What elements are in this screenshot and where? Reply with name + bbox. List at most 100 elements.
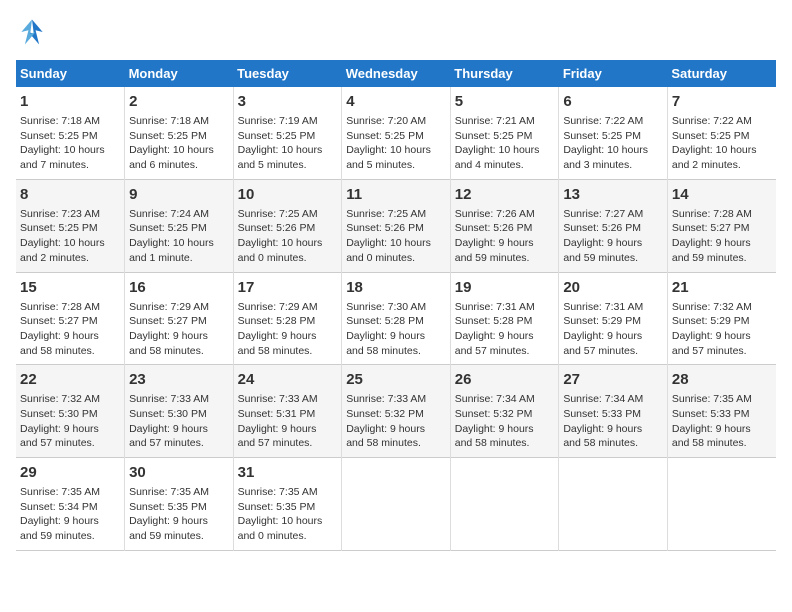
day-info: Sunrise: 7:25 AM Sunset: 5:26 PM Dayligh… <box>238 207 338 266</box>
day-number: 18 <box>346 277 446 298</box>
day-info: Sunrise: 7:34 AM Sunset: 5:33 PM Dayligh… <box>563 392 663 451</box>
calendar-cell <box>667 458 776 551</box>
calendar-table: SundayMondayTuesdayWednesdayThursdayFrid… <box>16 60 776 551</box>
calendar-cell: 28Sunrise: 7:35 AM Sunset: 5:33 PM Dayli… <box>667 365 776 458</box>
calendar-cell: 12Sunrise: 7:26 AM Sunset: 5:26 PM Dayli… <box>450 179 559 272</box>
day-info: Sunrise: 7:22 AM Sunset: 5:25 PM Dayligh… <box>672 114 772 173</box>
day-number: 1 <box>20 91 120 112</box>
day-info: Sunrise: 7:35 AM Sunset: 5:35 PM Dayligh… <box>129 485 229 544</box>
calendar-cell: 29Sunrise: 7:35 AM Sunset: 5:34 PM Dayli… <box>16 458 125 551</box>
calendar-cell: 2Sunrise: 7:18 AM Sunset: 5:25 PM Daylig… <box>125 87 234 179</box>
day-number: 4 <box>346 91 446 112</box>
day-number: 9 <box>129 184 229 205</box>
calendar-header-row: SundayMondayTuesdayWednesdayThursdayFrid… <box>16 60 776 87</box>
calendar-cell: 16Sunrise: 7:29 AM Sunset: 5:27 PM Dayli… <box>125 272 234 365</box>
calendar-cell: 6Sunrise: 7:22 AM Sunset: 5:25 PM Daylig… <box>559 87 668 179</box>
day-number: 27 <box>563 369 663 390</box>
day-number: 23 <box>129 369 229 390</box>
day-info: Sunrise: 7:20 AM Sunset: 5:25 PM Dayligh… <box>346 114 446 173</box>
day-info: Sunrise: 7:29 AM Sunset: 5:28 PM Dayligh… <box>238 300 338 359</box>
calendar-cell: 21Sunrise: 7:32 AM Sunset: 5:29 PM Dayli… <box>667 272 776 365</box>
calendar-body: 1Sunrise: 7:18 AM Sunset: 5:25 PM Daylig… <box>16 87 776 550</box>
column-header-sunday: Sunday <box>16 60 125 87</box>
day-number: 21 <box>672 277 772 298</box>
day-info: Sunrise: 7:24 AM Sunset: 5:25 PM Dayligh… <box>129 207 229 266</box>
day-number: 17 <box>238 277 338 298</box>
day-number: 31 <box>238 462 338 483</box>
day-number: 30 <box>129 462 229 483</box>
day-info: Sunrise: 7:33 AM Sunset: 5:31 PM Dayligh… <box>238 392 338 451</box>
calendar-cell: 20Sunrise: 7:31 AM Sunset: 5:29 PM Dayli… <box>559 272 668 365</box>
calendar-cell: 22Sunrise: 7:32 AM Sunset: 5:30 PM Dayli… <box>16 365 125 458</box>
column-header-tuesday: Tuesday <box>233 60 342 87</box>
calendar-cell: 10Sunrise: 7:25 AM Sunset: 5:26 PM Dayli… <box>233 179 342 272</box>
calendar-cell: 18Sunrise: 7:30 AM Sunset: 5:28 PM Dayli… <box>342 272 451 365</box>
day-info: Sunrise: 7:22 AM Sunset: 5:25 PM Dayligh… <box>563 114 663 173</box>
day-number: 19 <box>455 277 555 298</box>
day-info: Sunrise: 7:21 AM Sunset: 5:25 PM Dayligh… <box>455 114 555 173</box>
week-row-2: 8Sunrise: 7:23 AM Sunset: 5:25 PM Daylig… <box>16 179 776 272</box>
day-number: 10 <box>238 184 338 205</box>
day-info: Sunrise: 7:31 AM Sunset: 5:29 PM Dayligh… <box>563 300 663 359</box>
day-info: Sunrise: 7:32 AM Sunset: 5:29 PM Dayligh… <box>672 300 772 359</box>
calendar-cell <box>450 458 559 551</box>
calendar-cell: 25Sunrise: 7:33 AM Sunset: 5:32 PM Dayli… <box>342 365 451 458</box>
day-info: Sunrise: 7:18 AM Sunset: 5:25 PM Dayligh… <box>129 114 229 173</box>
day-info: Sunrise: 7:29 AM Sunset: 5:27 PM Dayligh… <box>129 300 229 359</box>
day-number: 7 <box>672 91 772 112</box>
day-info: Sunrise: 7:34 AM Sunset: 5:32 PM Dayligh… <box>455 392 555 451</box>
day-number: 2 <box>129 91 229 112</box>
day-number: 15 <box>20 277 120 298</box>
column-header-saturday: Saturday <box>667 60 776 87</box>
calendar-cell: 23Sunrise: 7:33 AM Sunset: 5:30 PM Dayli… <box>125 365 234 458</box>
calendar-cell: 15Sunrise: 7:28 AM Sunset: 5:27 PM Dayli… <box>16 272 125 365</box>
header <box>16 16 776 48</box>
day-number: 24 <box>238 369 338 390</box>
calendar-cell: 4Sunrise: 7:20 AM Sunset: 5:25 PM Daylig… <box>342 87 451 179</box>
day-number: 28 <box>672 369 772 390</box>
column-header-friday: Friday <box>559 60 668 87</box>
calendar-cell: 30Sunrise: 7:35 AM Sunset: 5:35 PM Dayli… <box>125 458 234 551</box>
calendar-cell: 13Sunrise: 7:27 AM Sunset: 5:26 PM Dayli… <box>559 179 668 272</box>
week-row-4: 22Sunrise: 7:32 AM Sunset: 5:30 PM Dayli… <box>16 365 776 458</box>
calendar-cell <box>342 458 451 551</box>
day-number: 11 <box>346 184 446 205</box>
day-info: Sunrise: 7:23 AM Sunset: 5:25 PM Dayligh… <box>20 207 120 266</box>
day-number: 6 <box>563 91 663 112</box>
day-number: 20 <box>563 277 663 298</box>
day-number: 29 <box>20 462 120 483</box>
week-row-3: 15Sunrise: 7:28 AM Sunset: 5:27 PM Dayli… <box>16 272 776 365</box>
calendar-cell: 26Sunrise: 7:34 AM Sunset: 5:32 PM Dayli… <box>450 365 559 458</box>
day-info: Sunrise: 7:33 AM Sunset: 5:30 PM Dayligh… <box>129 392 229 451</box>
day-info: Sunrise: 7:35 AM Sunset: 5:33 PM Dayligh… <box>672 392 772 451</box>
day-number: 16 <box>129 277 229 298</box>
column-header-wednesday: Wednesday <box>342 60 451 87</box>
week-row-1: 1Sunrise: 7:18 AM Sunset: 5:25 PM Daylig… <box>16 87 776 179</box>
calendar-cell: 8Sunrise: 7:23 AM Sunset: 5:25 PM Daylig… <box>16 179 125 272</box>
calendar-cell: 5Sunrise: 7:21 AM Sunset: 5:25 PM Daylig… <box>450 87 559 179</box>
day-number: 26 <box>455 369 555 390</box>
day-info: Sunrise: 7:26 AM Sunset: 5:26 PM Dayligh… <box>455 207 555 266</box>
day-info: Sunrise: 7:28 AM Sunset: 5:27 PM Dayligh… <box>20 300 120 359</box>
calendar-cell: 9Sunrise: 7:24 AM Sunset: 5:25 PM Daylig… <box>125 179 234 272</box>
logo <box>16 16 52 48</box>
day-info: Sunrise: 7:30 AM Sunset: 5:28 PM Dayligh… <box>346 300 446 359</box>
column-header-thursday: Thursday <box>450 60 559 87</box>
day-info: Sunrise: 7:35 AM Sunset: 5:35 PM Dayligh… <box>238 485 338 544</box>
day-info: Sunrise: 7:18 AM Sunset: 5:25 PM Dayligh… <box>20 114 120 173</box>
day-number: 5 <box>455 91 555 112</box>
day-info: Sunrise: 7:19 AM Sunset: 5:25 PM Dayligh… <box>238 114 338 173</box>
calendar-cell: 27Sunrise: 7:34 AM Sunset: 5:33 PM Dayli… <box>559 365 668 458</box>
calendar-cell <box>559 458 668 551</box>
day-number: 25 <box>346 369 446 390</box>
calendar-cell: 24Sunrise: 7:33 AM Sunset: 5:31 PM Dayli… <box>233 365 342 458</box>
day-number: 22 <box>20 369 120 390</box>
day-number: 3 <box>238 91 338 112</box>
calendar-cell: 14Sunrise: 7:28 AM Sunset: 5:27 PM Dayli… <box>667 179 776 272</box>
calendar-cell: 31Sunrise: 7:35 AM Sunset: 5:35 PM Dayli… <box>233 458 342 551</box>
day-number: 14 <box>672 184 772 205</box>
calendar-cell: 19Sunrise: 7:31 AM Sunset: 5:28 PM Dayli… <box>450 272 559 365</box>
calendar-cell: 11Sunrise: 7:25 AM Sunset: 5:26 PM Dayli… <box>342 179 451 272</box>
day-info: Sunrise: 7:25 AM Sunset: 5:26 PM Dayligh… <box>346 207 446 266</box>
calendar-cell: 7Sunrise: 7:22 AM Sunset: 5:25 PM Daylig… <box>667 87 776 179</box>
